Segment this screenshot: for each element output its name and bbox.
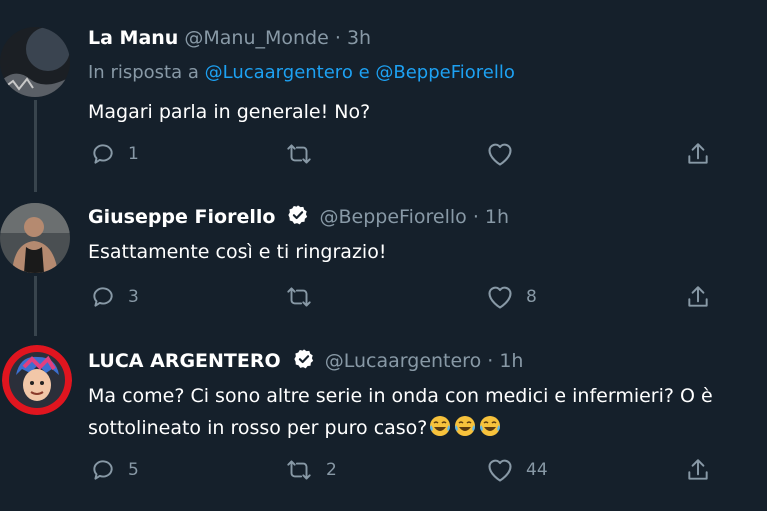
tweet-text-line: sottolineato in rosso per puro caso? <box>88 412 713 444</box>
tears-of-joy-emoji-icon <box>455 416 476 436</box>
share-button[interactable] <box>685 455 711 485</box>
share-icon <box>688 143 708 164</box>
retweet-button[interactable] <box>284 139 314 169</box>
reply-prefix: In risposta a <box>88 62 199 83</box>
reply-icon <box>93 144 113 164</box>
avatar[interactable] <box>0 27 70 97</box>
avatar[interactable] <box>2 345 72 415</box>
like-button[interactable]: 8 <box>486 282 537 312</box>
share-button[interactable] <box>685 139 711 169</box>
author-name[interactable]: LUCA ARGENTERO <box>88 350 281 372</box>
heart-icon <box>488 459 512 482</box>
reply-count: 1 <box>128 144 139 164</box>
author-name[interactable]: La Manu <box>88 27 178 49</box>
tweet-text: Magari parla in generale! No? <box>88 101 371 123</box>
verified-badge-icon <box>294 349 313 369</box>
action-bar: 3 8 <box>88 282 728 312</box>
tweet-la-manu[interactable]: La Manu @Manu_Monde · 3h In risposta a @… <box>0 0 767 190</box>
reply-button[interactable]: 5 <box>90 455 139 485</box>
mention-link[interactable]: @Lucaargentero <box>205 62 353 83</box>
heart-icon <box>488 143 512 166</box>
reply-count: 5 <box>128 460 139 480</box>
tweet-text-content: sottolineato in rosso per puro caso? <box>88 417 428 439</box>
tweet-text: Esattamente così e ti ringrazio! <box>88 241 387 263</box>
tears-of-joy-emoji-icon <box>480 416 501 436</box>
reply-icon <box>93 460 113 480</box>
separator-dot: · <box>334 27 341 49</box>
like-count: 44 <box>526 460 548 480</box>
reply-count: 3 <box>128 287 139 307</box>
tears-of-joy-emoji-icon <box>430 416 451 436</box>
heart-icon <box>488 286 512 309</box>
tweet-header: LUCA ARGENTERO @Lucaargentero · 1h <box>88 348 523 372</box>
like-count: 8 <box>526 287 537 307</box>
like-button[interactable]: 44 <box>486 455 548 485</box>
reply-button[interactable]: 1 <box>90 139 139 169</box>
action-bar: 1 <box>88 139 728 169</box>
retweet-icon <box>287 287 311 307</box>
retweet-button[interactable] <box>284 282 314 312</box>
author-name[interactable]: Giuseppe Fiorello <box>88 206 275 228</box>
separator-dot: · <box>487 350 494 372</box>
reply-and: e <box>358 62 370 83</box>
share-icon <box>688 286 708 307</box>
tweet-header: La Manu @Manu_Monde · 3h <box>88 27 371 49</box>
retweet-count: 2 <box>326 460 337 480</box>
author-handle[interactable]: @Lucaargentero <box>325 350 481 372</box>
author-handle[interactable]: @BeppeFiorello <box>320 206 467 228</box>
reply-context: In risposta a @Lucaargentero e @BeppeFio… <box>88 62 515 83</box>
timestamp[interactable]: 1h <box>499 350 523 372</box>
tweet-text-line: Ma come? Ci sono altre serie in onda con… <box>88 385 713 407</box>
reply-icon <box>93 287 113 307</box>
reply-button[interactable]: 3 <box>90 282 139 312</box>
emoji-group <box>427 416 502 439</box>
share-button[interactable] <box>685 282 711 312</box>
timestamp[interactable]: 1h <box>485 206 509 228</box>
tweet-header: Giuseppe Fiorello @BeppeFiorello · 1h <box>88 204 509 228</box>
retweet-icon <box>287 144 311 164</box>
like-button[interactable] <box>486 139 514 169</box>
tweet-luca-argentero[interactable]: LUCA ARGENTERO @Lucaargentero · 1h Ma co… <box>0 335 767 511</box>
separator-dot: · <box>472 206 479 228</box>
share-icon <box>688 459 708 480</box>
mention-link[interactable]: @BeppeFiorello <box>375 62 515 83</box>
avatar[interactable] <box>0 203 70 273</box>
tweet-text: Ma come? Ci sono altre serie in onda con… <box>88 380 713 444</box>
tweet-giuseppe-fiorello[interactable]: Giuseppe Fiorello @BeppeFiorello · 1h Es… <box>0 190 767 335</box>
retweet-icon <box>287 460 311 480</box>
verified-badge-icon <box>288 205 308 225</box>
action-bar: 5 2 44 <box>88 455 728 485</box>
timestamp[interactable]: 3h <box>347 27 371 49</box>
retweet-button[interactable]: 2 <box>284 455 337 485</box>
author-handle[interactable]: @Manu_Monde <box>184 27 328 49</box>
